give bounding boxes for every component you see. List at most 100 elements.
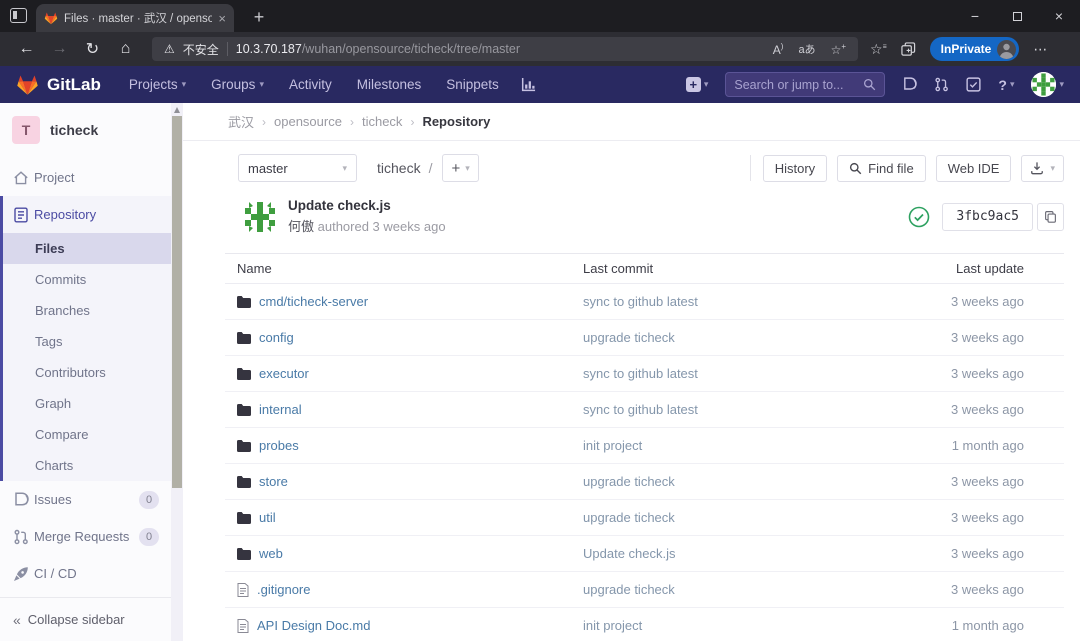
commit-message-link[interactable]: upgrade ticheck [583, 474, 675, 489]
project-sidebar: T ticheck Project Repository FilesCommit… [0, 103, 171, 641]
file-link-util[interactable]: util [259, 510, 276, 525]
breadcrumb-link-opensource[interactable]: opensource [274, 114, 342, 129]
commit-message-link[interactable]: init project [583, 438, 642, 453]
nav-item-activity[interactable]: Activity [289, 77, 332, 92]
file-link-gitignore[interactable]: .gitignore [257, 582, 310, 597]
sidebar-item-ci-cd[interactable]: CI / CD [0, 555, 171, 592]
sidebar-item-repository[interactable]: Repository [3, 196, 171, 233]
pipeline-status-icon[interactable] [908, 206, 930, 228]
sidebar-item-charts[interactable]: Charts [3, 450, 171, 481]
window-controls: − × [954, 0, 1080, 32]
folder-icon [237, 548, 251, 560]
project-header[interactable]: T ticheck [0, 103, 171, 159]
refresh-icon[interactable]: ↻ [76, 35, 109, 63]
table-row: probesinit project1 month ago [225, 428, 1064, 464]
instance-statistics-icon[interactable] [521, 77, 536, 92]
new-dropdown-button[interactable]: + ▾ [686, 77, 709, 92]
download-button[interactable]: ▾ [1021, 155, 1064, 182]
new-tab-button[interactable]: + [246, 4, 272, 30]
path-separator: / [429, 160, 433, 176]
commit-author-avatar[interactable] [243, 200, 277, 234]
commit-message-link[interactable]: sync to github latest [583, 366, 698, 381]
copy-sha-button[interactable] [1037, 203, 1064, 231]
commit-message-link[interactable]: upgrade ticheck [583, 582, 675, 597]
add-file-button[interactable]: + ▾ [442, 154, 478, 182]
read-aloud-icon[interactable]: A) [773, 42, 784, 57]
collapse-icon: « [13, 612, 21, 628]
chevron-down-icon: ▾ [342, 163, 347, 174]
issues-nav-icon[interactable] [902, 77, 917, 92]
nav-item-projects[interactable]: Projects▾ [129, 77, 186, 92]
commit-message-link[interactable]: Update check.js [583, 546, 676, 561]
tree-controls: master ▾ ticheck / + ▾ History Find file… [238, 154, 1064, 182]
gitlab-nav-items: Projects▾ Groups▾ Activity Milestones Snippe… [129, 77, 499, 92]
translate-icon[interactable]: aあ [798, 41, 815, 57]
file-link-config[interactable]: config [259, 330, 294, 345]
web-ide-button[interactable]: Web IDE [936, 155, 1012, 182]
sidebar-item-issues[interactable]: Issues 0 [0, 481, 171, 518]
merge-requests-nav-icon[interactable] [934, 77, 949, 92]
file-link-api-design-doc-md[interactable]: API Design Doc.md [257, 618, 370, 633]
sidebar-item-graph[interactable]: Graph [3, 388, 171, 419]
tab-close-icon[interactable]: × [218, 12, 226, 25]
search-input[interactable] [734, 78, 863, 92]
sidebar-item-files[interactable]: Files [3, 233, 171, 264]
commit-message-link[interactable]: sync to github latest [583, 294, 698, 309]
commit-message-link[interactable]: sync to github latest [583, 402, 698, 417]
file-link-web[interactable]: web [259, 546, 283, 561]
favorites-icon[interactable]: ☆≡ [870, 41, 887, 58]
address-bar-icons: A) aあ ☆+ [773, 41, 846, 57]
commit-sha[interactable]: 3fbc9ac5 [942, 203, 1033, 231]
history-button[interactable]: History [763, 155, 827, 182]
commit-message-link[interactable]: init project [583, 618, 642, 633]
file-link-probes[interactable]: probes [259, 438, 299, 453]
scrollbar-thumb[interactable] [172, 116, 182, 488]
maximize-button[interactable] [996, 0, 1038, 32]
minimize-button[interactable]: − [954, 0, 996, 32]
sidebar-item-label: CI / CD [34, 566, 77, 581]
sidebar-scrollbar[interactable] [171, 103, 183, 641]
file-link-executor[interactable]: executor [259, 366, 309, 381]
commit-title-link[interactable]: Update check.js [288, 198, 446, 213]
scrollbar-up-arrow[interactable] [174, 107, 180, 113]
todos-nav-icon[interactable] [966, 77, 981, 92]
breadcrumb-link-ticheck[interactable]: ticheck [362, 114, 402, 129]
sidebar-item-commits[interactable]: Commits [3, 264, 171, 295]
file-link-store[interactable]: store [259, 474, 288, 489]
close-button[interactable]: × [1038, 0, 1080, 32]
nav-item-groups[interactable]: Groups▾ [211, 77, 264, 92]
breadcrumb-link-crumb0[interactable]: 武汉 [228, 112, 254, 131]
find-file-button[interactable]: Find file [837, 155, 926, 182]
nav-item-snippets[interactable]: Snippets [446, 77, 499, 92]
collections-icon[interactable] [901, 42, 916, 57]
file-link-internal[interactable]: internal [259, 402, 302, 417]
sidebar-item-compare[interactable]: Compare [3, 419, 171, 450]
workspaces-icon[interactable] [10, 8, 27, 23]
sidebar-item-merge-requests[interactable]: Merge Requests 0 [0, 518, 171, 555]
help-menu[interactable]: ? ▾ [998, 77, 1014, 93]
back-icon[interactable]: ← [10, 35, 43, 63]
path-root-link[interactable]: ticheck [377, 160, 421, 176]
branch-selector[interactable]: master ▾ [238, 154, 357, 182]
collapse-sidebar-button[interactable]: « Collapse sidebar [0, 597, 171, 641]
settings-menu-icon[interactable]: ⋯ [1033, 41, 1048, 58]
global-search[interactable] [725, 72, 885, 97]
commit-message-link[interactable]: upgrade ticheck [583, 330, 675, 345]
address-bar[interactable]: ⚠ 不安全 10.3.70.187/wuhan/opensource/tiche… [152, 37, 858, 61]
sidebar-item-branches[interactable]: Branches [3, 295, 171, 326]
gitlab-brand[interactable]: GitLab [16, 73, 101, 96]
nav-item-milestones[interactable]: Milestones [357, 77, 422, 92]
forward-icon[interactable]: → [43, 35, 76, 63]
add-favorite-icon[interactable]: ☆+ [831, 42, 846, 57]
sidebar-item-tags[interactable]: Tags [3, 326, 171, 357]
browser-tab[interactable]: Files · master · 武汉 / opensourc × [36, 4, 234, 32]
sidebar-item-project[interactable]: Project [0, 159, 171, 196]
commit-author-link[interactable]: 何傲 [288, 219, 314, 234]
home-icon[interactable]: ⌂ [109, 35, 142, 63]
commit-message-link[interactable]: upgrade ticheck [583, 510, 675, 525]
security-label[interactable]: 不安全 [183, 41, 219, 58]
user-menu[interactable]: ▾ [1031, 72, 1064, 97]
file-link-cmd-ticheck-server[interactable]: cmd/ticheck-server [259, 294, 368, 309]
sidebar-item-contributors[interactable]: Contributors [3, 357, 171, 388]
inprivate-badge[interactable]: InPrivate [930, 37, 1020, 61]
